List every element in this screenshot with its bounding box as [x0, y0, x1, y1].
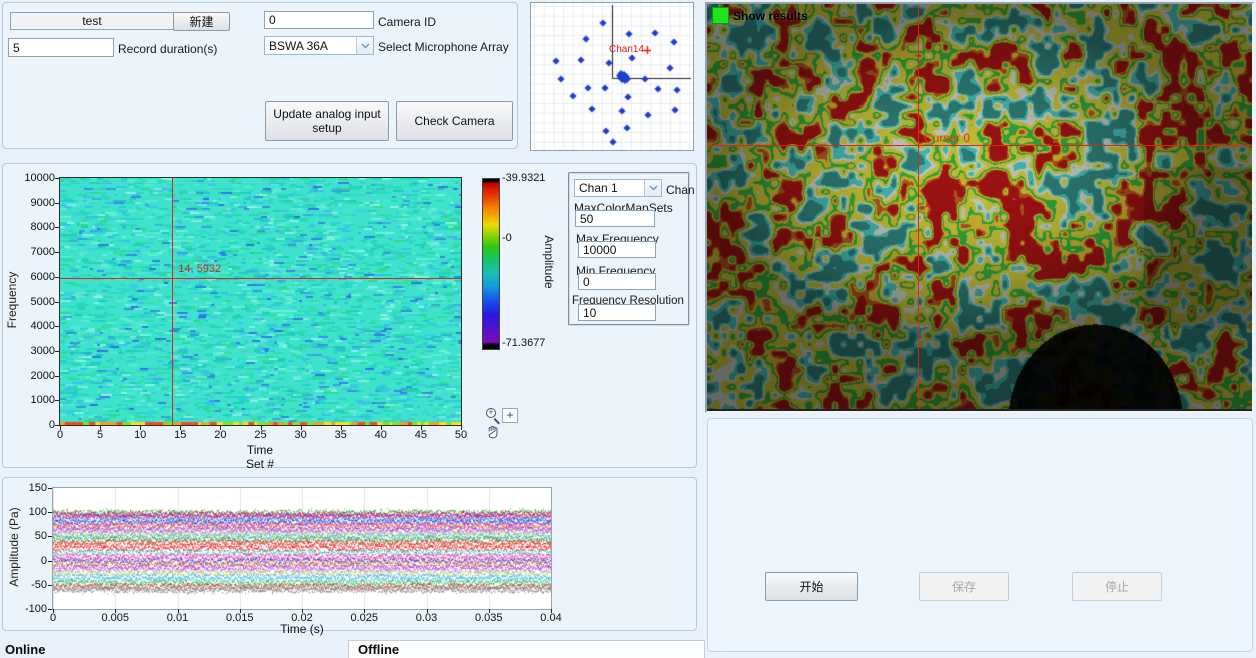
waveform-x-axis-label: Time (s): [280, 622, 324, 636]
channel-dropdown[interactable]: Chan 1: [574, 179, 662, 197]
spectrogram-cursor-vline[interactable]: [172, 178, 173, 425]
record-duration-field[interactable]: [8, 38, 114, 57]
stop-button[interactable]: 停止: [1072, 572, 1162, 601]
microphone-array-value: BSWA 36A: [265, 38, 356, 54]
waveform-y-axis-label: Amplitude (Pa): [7, 507, 21, 586]
chevron-down-icon[interactable]: [644, 180, 661, 196]
action-panel: [707, 418, 1253, 652]
chevron-down-icon[interactable]: [356, 37, 373, 54]
colorbar-max-label: -39.9321: [502, 172, 545, 184]
min-frequency-field[interactable]: [578, 273, 656, 290]
test-name-field[interactable]: [10, 12, 174, 30]
check-camera-button[interactable]: Check Camera: [396, 101, 513, 141]
waveform-plot[interactable]: [52, 487, 552, 610]
max-color-map-sets-field[interactable]: [575, 210, 655, 227]
microphone-array-label: Select Microphone Array: [378, 40, 509, 54]
microphone-array-dropdown[interactable]: BSWA 36A: [264, 36, 374, 55]
zoom-tool-icon[interactable]: [485, 408, 501, 424]
cursor-tool-icon[interactable]: [502, 408, 518, 423]
show-results-label: Show results: [733, 9, 808, 23]
colorbar-mid-label: -0: [502, 232, 512, 244]
camera-cursor-label: Cursor 0: [924, 131, 970, 145]
frequency-resolution-field[interactable]: [578, 304, 656, 321]
start-button[interactable]: 开始: [765, 572, 858, 601]
max-frequency-field[interactable]: [578, 241, 656, 258]
new-button[interactable]: 新建: [173, 12, 230, 31]
camera-cursor-hline[interactable]: [707, 145, 1252, 146]
camera-id-field[interactable]: [264, 11, 374, 29]
online-status-label: Online: [5, 642, 45, 657]
spectrogram-x-axis-label: Time Set #: [238, 443, 282, 471]
camera-id-label: Camera ID: [378, 15, 436, 29]
spectrogram-plot[interactable]: [59, 177, 462, 426]
update-analog-input-button[interactable]: Update analog input setup: [265, 101, 389, 141]
spectrogram-y-axis-label: Frequency: [5, 272, 19, 329]
amplitude-colorbar[interactable]: [482, 178, 500, 350]
mic-array-cursor-label: Chan14: [592, 44, 644, 55]
pan-hand-icon[interactable]: [486, 425, 501, 440]
camera-cursor-vline[interactable]: [918, 4, 919, 409]
spectrogram-cursor-hline[interactable]: [60, 278, 461, 279]
camera-image[interactable]: [707, 4, 1252, 409]
offline-status-label: Offline: [358, 642, 399, 657]
colorbar-title: Amplitude: [542, 235, 556, 288]
offline-status-bar: Offline: [348, 640, 705, 658]
microphone-array-plot[interactable]: [530, 2, 694, 151]
show-results-led[interactable]: [712, 7, 729, 24]
channel-value: Chan 1: [575, 180, 644, 196]
spectrogram-cursor-label: 14, 5932: [178, 263, 221, 275]
record-duration-label: Record duration(s): [118, 42, 217, 56]
save-button[interactable]: 保存: [919, 572, 1009, 601]
channel-label: Chan: [666, 183, 695, 197]
colorbar-min-label: -71.3677: [502, 337, 545, 349]
